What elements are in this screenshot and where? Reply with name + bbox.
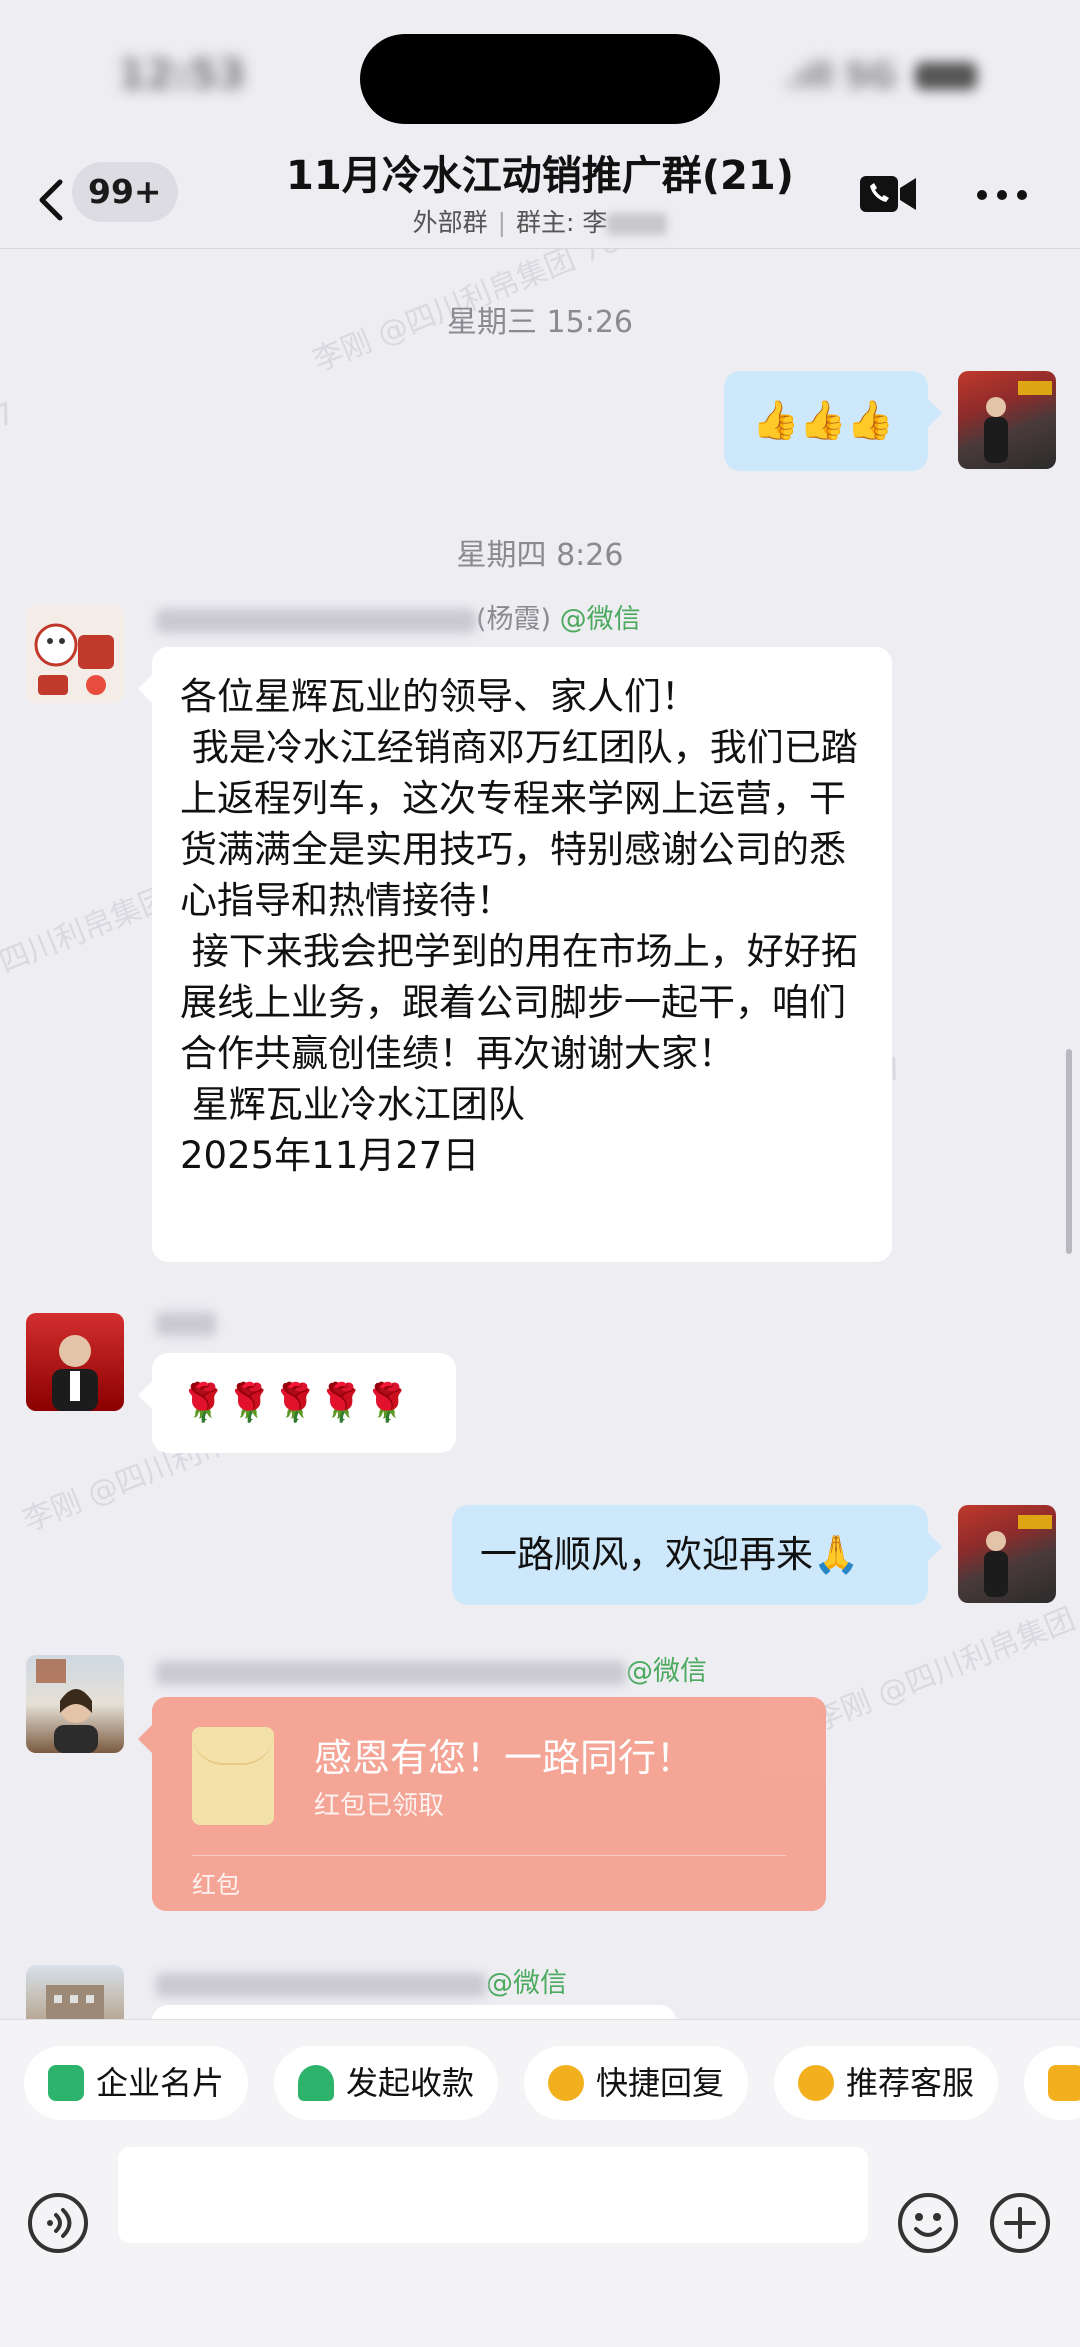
incoming-message[interactable]: 🌹🌹🌹🌹🌹 [138, 1353, 456, 1453]
message-text: 👍👍👍 [752, 398, 894, 442]
sender-real-name: (杨霞) [476, 604, 552, 635]
message-input[interactable] [118, 2147, 868, 2243]
sender-name-blur [156, 1972, 486, 1997]
sender-name-blur [156, 1311, 216, 1336]
sender-avatar[interactable] [26, 605, 124, 703]
chat-title[interactable]: 11月冷水江动销推广群(21) [200, 150, 880, 202]
red-packet-divider [192, 1855, 786, 1856]
sender-name: @微信 [156, 1649, 707, 1688]
back-arrow-icon[interactable] [30, 170, 74, 230]
battery-icon [915, 62, 977, 90]
sender-avatar[interactable] [26, 1965, 124, 2019]
status-bar: 12:53 .ıll 5G [0, 0, 1080, 150]
incoming-message[interactable]: 各位星辉瓦业的领导、家人们！ 我是冷水江经销商邓万红团队，我们已踏上返程列车，这… [138, 647, 892, 1262]
sender-avatar[interactable] [26, 1313, 124, 1411]
red-packet-icon [192, 1727, 274, 1825]
more-chip[interactable] [1024, 2046, 1080, 2120]
video-call-icon[interactable] [858, 172, 918, 216]
sender-avatar[interactable] [26, 1655, 124, 1753]
quick-reply-icon [548, 2065, 584, 2101]
chat-header: 99+ 11月冷水江动销推广群(21) 外部群 | 群主: 李 [0, 150, 1080, 248]
timestamp: 星期四 8:26 [456, 538, 624, 573]
recommend-service-chip[interactable]: 推荐客服 [774, 2046, 999, 2120]
dynamic-island [360, 34, 720, 124]
external-group-label: 外部群 [412, 208, 488, 237]
message-text: 🌹🌹🌹🌹🌹 [180, 1381, 411, 1424]
signal-icon: .ıll 5G [785, 56, 897, 96]
timestamp: 星期三 15:26 [447, 305, 633, 340]
message-text: 一路顺风，欢迎再来🙏 [480, 1533, 860, 1576]
sender-name: (杨霞) @微信 [156, 597, 641, 636]
voice-icon[interactable] [26, 2191, 90, 2255]
emoji-icon[interactable] [896, 2191, 960, 2255]
my-avatar[interactable] [958, 1505, 1056, 1603]
my-avatar[interactable] [958, 371, 1056, 469]
chip-label: 发起收款 [346, 2064, 475, 2102]
red-packet-label: 红包 [192, 1871, 240, 1899]
more-icon[interactable] [975, 188, 1029, 202]
sender-name: @微信 [156, 1961, 567, 2000]
red-packet-card[interactable]: 感恩有您！一路同行！ 红包已领取 红包 [138, 1697, 826, 1911]
sender-name [156, 1307, 216, 1338]
unread-badge[interactable]: 99+ [72, 162, 178, 222]
sender-name-blur [156, 1660, 626, 1685]
quick-actions-bar: 企业名片 发起收款 快捷回复 推荐客服 [0, 2019, 1080, 2145]
owner-name-blur [607, 213, 668, 235]
chip-label: 推荐客服 [846, 2064, 975, 2102]
owner-name: 李 [582, 208, 608, 237]
outgoing-message[interactable]: 👍👍👍 [724, 371, 942, 471]
red-packet-status: 红包已领取 [314, 1791, 445, 1821]
message-text: 各位星辉瓦业的领导、家人们！ 我是冷水江经销商邓万红团队，我们已踏上返程列车，这… [180, 675, 858, 1177]
chip-label: 快捷回复 [596, 2064, 725, 2102]
red-packet-title: 感恩有您！一路同行！ [314, 1736, 695, 1780]
outgoing-message[interactable]: 一路顺风，欢迎再来🙏 [452, 1505, 942, 1605]
document-icon [1048, 2065, 1080, 2101]
chip-label: 企业名片 [96, 2064, 225, 2102]
quick-reply-chip[interactable]: 快捷回复 [524, 2046, 749, 2120]
plus-icon[interactable] [988, 2191, 1052, 2255]
wechat-tag: @微信 [559, 604, 641, 635]
wechat-tag: @微信 [486, 1968, 567, 1999]
owner-label: 群主: [516, 208, 575, 237]
business-card-icon [48, 2065, 84, 2101]
customer-service-icon [798, 2065, 834, 2101]
incoming-message[interactable] [152, 2005, 676, 2019]
status-time: 12:53 [118, 52, 246, 98]
scrollbar[interactable] [1066, 1049, 1072, 1254]
sender-name-blur [156, 608, 476, 633]
input-bar [0, 2145, 1080, 2347]
payment-icon [298, 2065, 334, 2101]
wechat-tag: @微信 [626, 1656, 707, 1687]
collect-payment-chip[interactable]: 发起收款 [274, 2046, 499, 2120]
chat-subtitle: 外部群 | 群主: 李 [200, 206, 880, 240]
business-card-chip[interactable]: 企业名片 [24, 2046, 249, 2120]
watermark: 7667 [0, 395, 21, 458]
message-list[interactable]: 李刚 @四川利帛集团 7667 7667 四川利帛集团 7667 集团 7667… [0, 249, 1080, 2019]
